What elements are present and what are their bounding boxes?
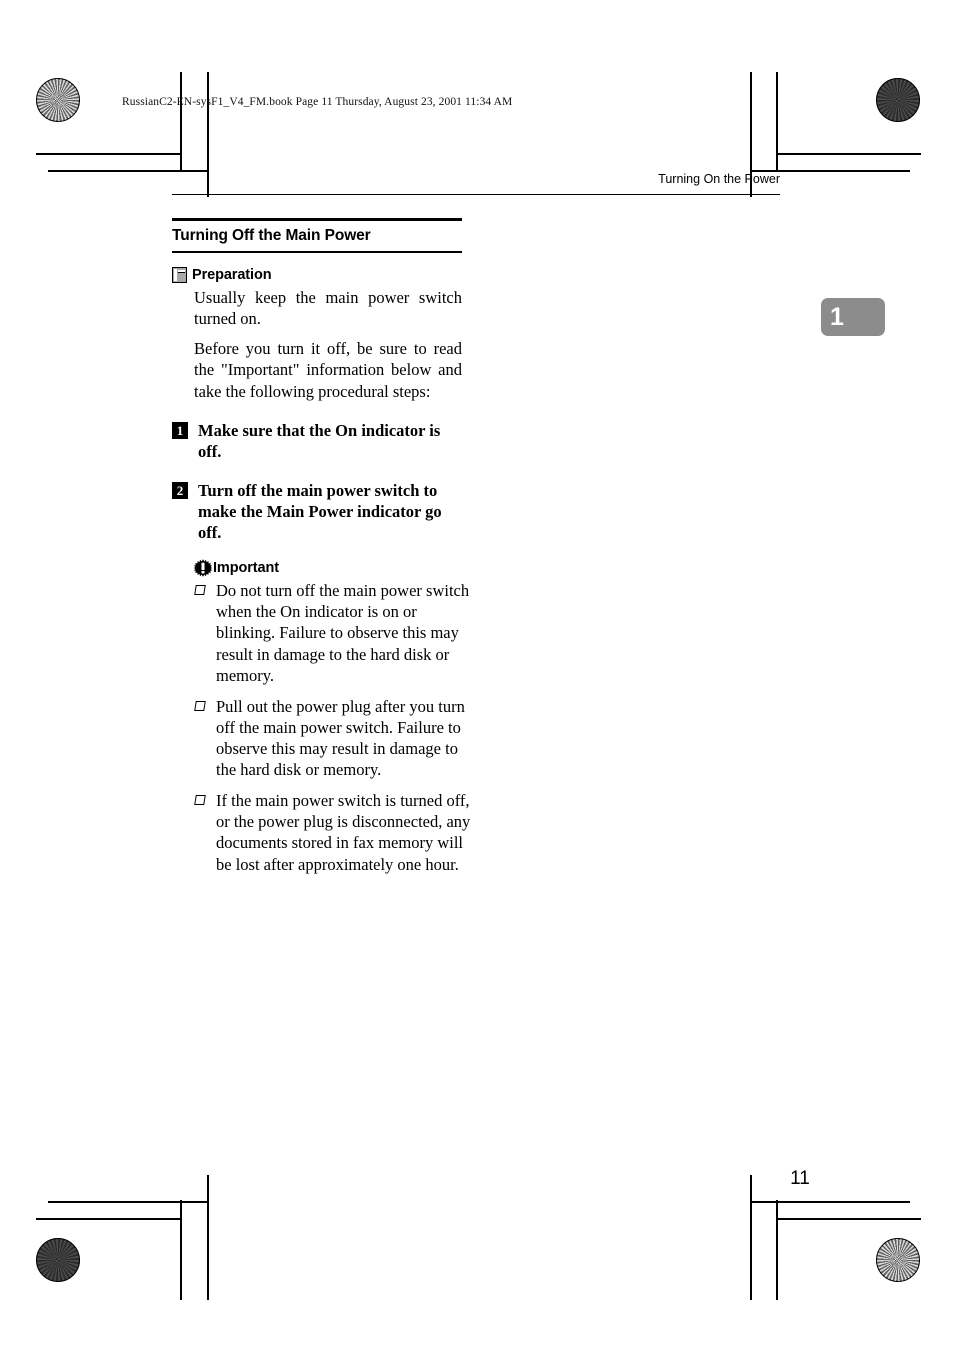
crop-mark-line <box>207 1175 209 1300</box>
crop-mark-line <box>776 1200 778 1300</box>
page-content: Turning Off the Main Power Preparation U… <box>172 218 472 885</box>
registration-blob-bottom-left <box>36 1238 80 1282</box>
numbered-step: 1 Make sure that the On indicator is off… <box>172 420 462 462</box>
important-bullet-list: Do not turn off the main power switch wh… <box>172 580 472 874</box>
crop-mark-line <box>776 72 778 172</box>
registration-target <box>866 650 912 696</box>
page-number: 11 <box>790 1168 810 1189</box>
registration-target <box>455 1232 501 1278</box>
running-header: Turning On the Power <box>658 172 780 186</box>
important-heading: Important <box>194 559 472 577</box>
crop-mark-line <box>180 1200 182 1300</box>
chapter-tab: 1 <box>821 298 885 336</box>
registration-blob-bottom-right <box>876 1238 920 1282</box>
section-rule-bottom <box>172 250 462 254</box>
preparation-label: Preparation <box>192 267 272 284</box>
numbered-step: 2 Turn off the main power switch to make… <box>172 480 462 543</box>
bullet-text: Pull out the power plug after you turn o… <box>216 696 465 780</box>
registration-target <box>86 1248 132 1294</box>
running-header-rule <box>172 194 780 196</box>
step-number-badge: 1 <box>172 421 188 439</box>
bullet-marker-icon <box>194 795 206 806</box>
important-label: Important <box>213 560 279 577</box>
registration-target <box>40 650 86 696</box>
registration-target <box>866 1182 912 1228</box>
step-text: Turn off the main power switch to make t… <box>198 480 442 543</box>
book-file-header: RussianC2-EN-sysF1_V4_FM.book Page 11 Th… <box>122 96 513 108</box>
registration-blob-top-right <box>876 78 920 122</box>
crop-mark-line <box>750 1175 752 1300</box>
book-icon <box>172 267 187 284</box>
bullet-marker-icon <box>194 585 206 596</box>
preparation-paragraph: Usually keep the main power switch turne… <box>194 288 462 329</box>
registration-target <box>40 1182 86 1228</box>
registration-target <box>818 1248 864 1294</box>
list-item: Pull out the power plug after you turn o… <box>194 696 474 780</box>
bullet-text: Do not turn off the main power switch wh… <box>216 581 470 685</box>
section-rule-top <box>172 218 462 221</box>
crop-mark-line <box>180 72 182 172</box>
list-item: Do not turn off the main power switch wh… <box>194 580 474 686</box>
important-icon <box>194 559 212 577</box>
preparation-heading: Preparation <box>172 267 472 284</box>
step-text: Make sure that the On indicator is off. <box>198 420 441 461</box>
registration-target <box>866 125 912 171</box>
section-title: Turning Off the Main Power <box>172 226 371 244</box>
registration-target <box>40 125 86 171</box>
bullet-marker-icon <box>194 700 206 711</box>
preparation-paragraph: Before you turn it off, be sure to read … <box>194 339 462 401</box>
registration-blob-top-left <box>36 78 80 122</box>
registration-target <box>818 78 864 124</box>
step-number-badge: 2 <box>172 481 188 499</box>
list-item: If the main power switch is turned off, … <box>194 790 474 874</box>
chapter-tab-number: 1 <box>830 303 844 331</box>
bullet-text: If the main power switch is turned off, … <box>216 791 471 874</box>
